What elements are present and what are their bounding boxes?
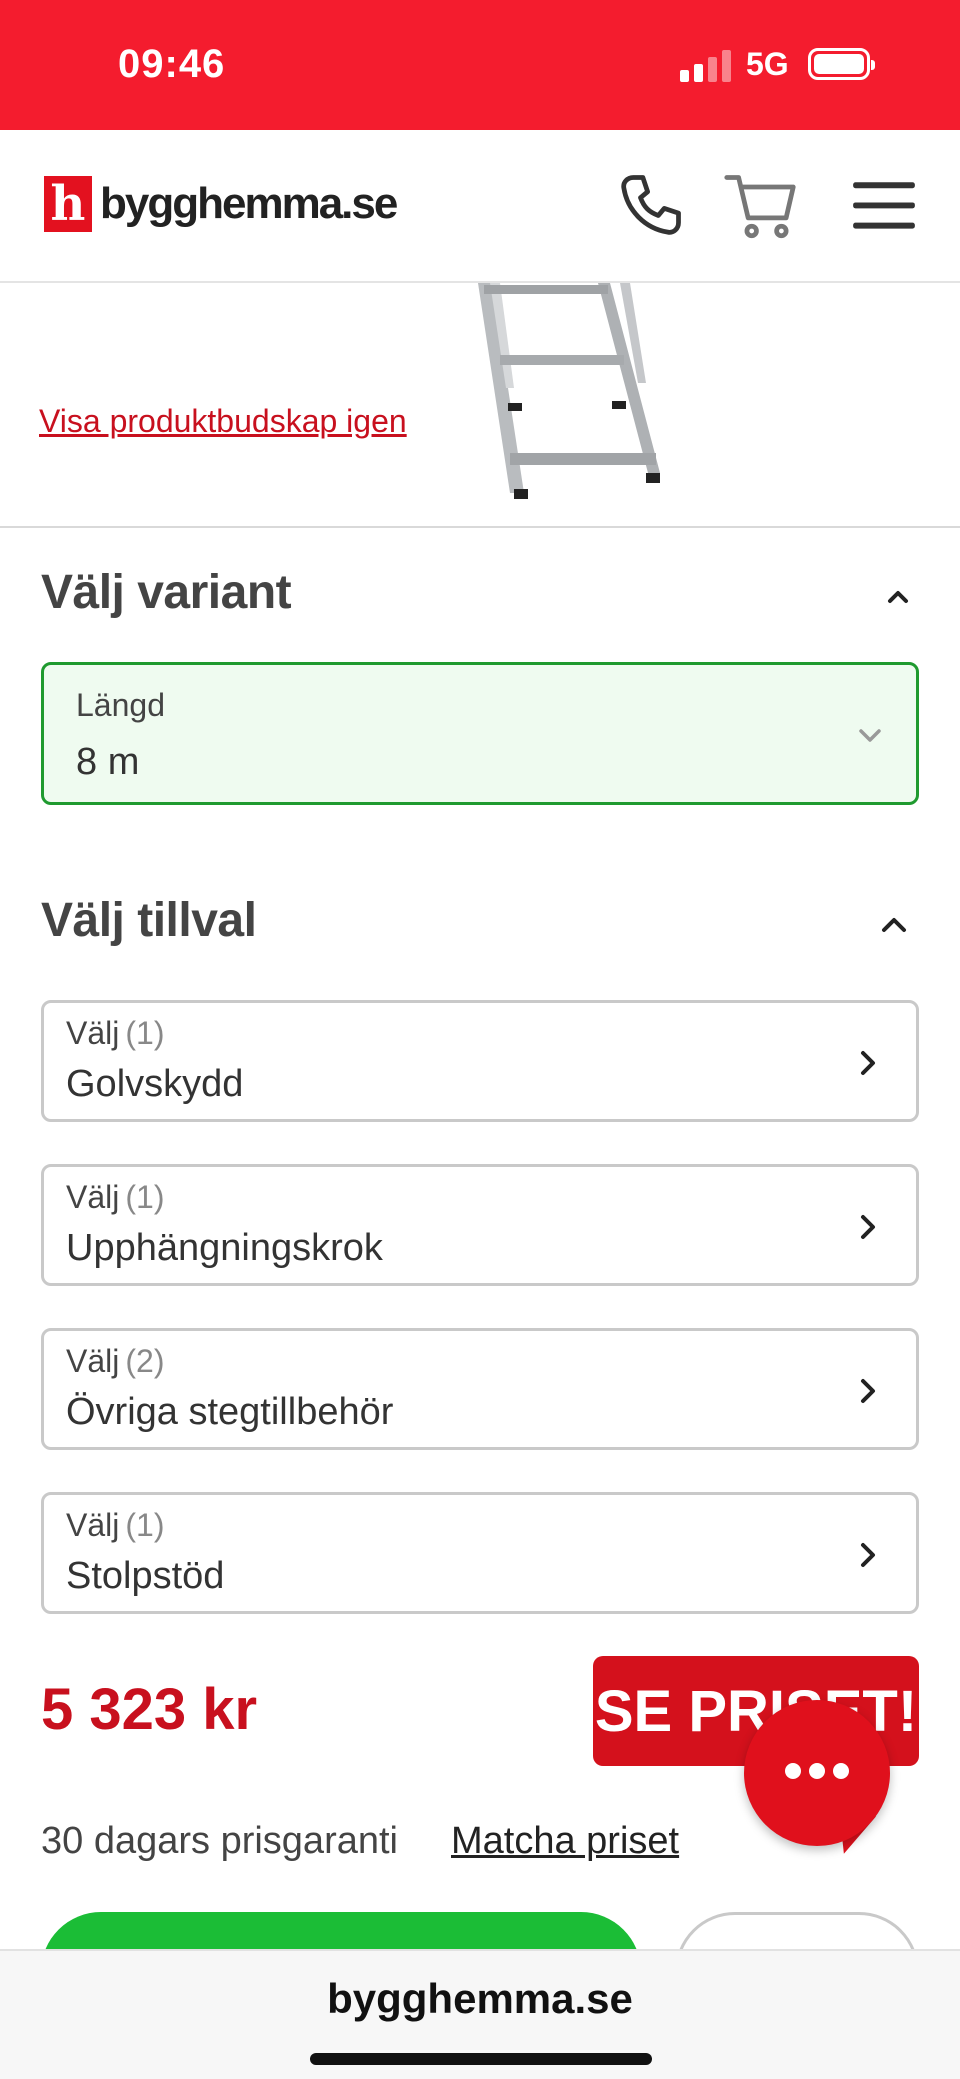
- collapse-options-icon[interactable]: [876, 906, 912, 942]
- chat-button[interactable]: [744, 1700, 890, 1846]
- product-image: [478, 283, 660, 499]
- option-name: Golvskydd: [66, 1063, 244, 1105]
- phone-icon[interactable]: [612, 168, 688, 244]
- option-golvskydd[interactable]: Välj (1) Golvskydd: [41, 1000, 919, 1122]
- chevron-right-icon: [861, 1051, 875, 1075]
- show-product-message-link[interactable]: Visa produktbudskap igen: [39, 403, 407, 440]
- cart-icon[interactable]: [722, 168, 798, 244]
- menu-icon[interactable]: [846, 168, 922, 244]
- match-price-link[interactable]: Matcha priset: [451, 1820, 679, 1863]
- option-name: Upphängningskrok: [66, 1227, 383, 1269]
- option-count: (2): [125, 1343, 165, 1379]
- chevron-right-icon: [861, 1215, 875, 1239]
- option-name: Övriga stegtillbehör: [66, 1391, 394, 1433]
- home-indicator: [310, 2053, 652, 2065]
- option-count: (1): [125, 1507, 165, 1543]
- chevron-right-icon: [861, 1543, 875, 1567]
- option-upphangningskrok[interactable]: Välj (1) Upphängningskrok: [41, 1164, 919, 1286]
- length-select[interactable]: Längd 8 m: [41, 662, 919, 805]
- chat-icon: [781, 1762, 853, 1784]
- option-choose-label: Välj: [66, 1343, 120, 1379]
- status-time: 09:46: [118, 42, 226, 86]
- site-header: h bygghemma.se: [0, 130, 960, 283]
- length-select-label: Längd: [76, 687, 165, 723]
- status-bar: 09:46 5G: [0, 0, 960, 130]
- variant-section-title: Välj variant: [41, 566, 292, 619]
- product-image-area: Visa produktbudskap igen: [0, 283, 960, 528]
- product-price: 5 323 kr: [41, 1677, 258, 1742]
- price-guarantee-text: 30 dagars prisgaranti: [41, 1820, 398, 1862]
- network-type: 5G: [746, 46, 789, 82]
- collapse-variant-icon[interactable]: [880, 578, 916, 614]
- option-name: Stolpstöd: [66, 1555, 225, 1597]
- browser-url[interactable]: bygghemma.se: [0, 1975, 960, 2023]
- option-count: (1): [125, 1015, 165, 1051]
- option-choose-label: Välj: [66, 1179, 120, 1215]
- option-choose-label: Välj: [66, 1015, 120, 1051]
- options-section-title: Välj tillval: [41, 894, 257, 947]
- logo-mark: h: [44, 176, 92, 232]
- option-ovriga-stegtillbehor[interactable]: Välj (2) Övriga stegtillbehör: [41, 1328, 919, 1450]
- signal-icon: [680, 50, 732, 82]
- option-choose-label: Välj: [66, 1507, 120, 1543]
- site-logo[interactable]: h bygghemma.se: [44, 176, 398, 232]
- option-count: (1): [125, 1179, 165, 1215]
- battery-icon: [808, 48, 875, 80]
- length-select-value: 8 m: [76, 741, 140, 783]
- chevron-down-icon: [859, 729, 881, 742]
- chevron-right-icon: [861, 1379, 875, 1403]
- browser-address-bar[interactable]: bygghemma.se: [0, 1949, 960, 2079]
- option-stolpstod[interactable]: Välj (1) Stolpstöd: [41, 1492, 919, 1614]
- logo-text: bygghemma.se: [100, 179, 398, 228]
